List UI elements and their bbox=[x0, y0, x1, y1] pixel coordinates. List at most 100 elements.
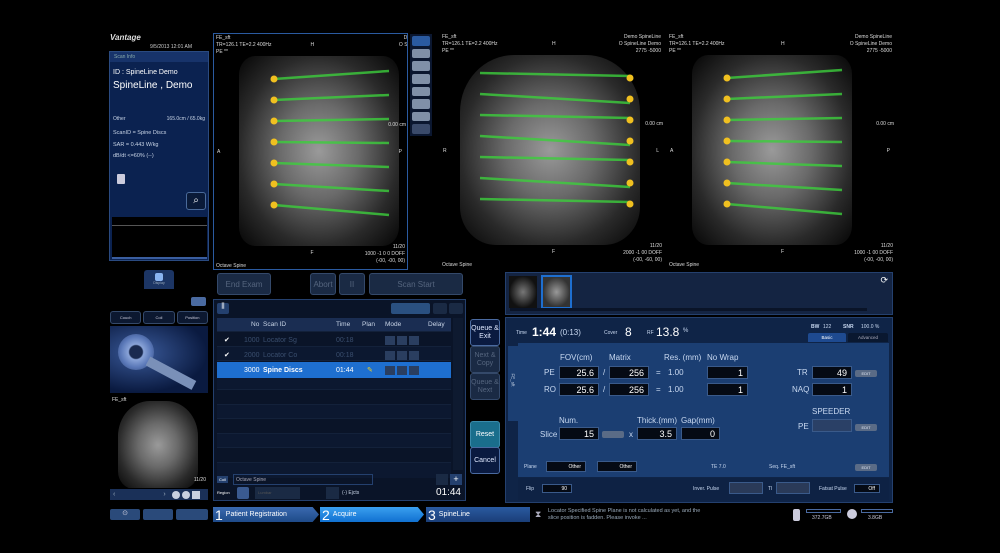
mode-buttons[interactable] bbox=[385, 365, 419, 375]
region-select[interactable]: Lumbar bbox=[255, 487, 300, 499]
plane-handle[interactable] bbox=[626, 158, 634, 166]
planning-overlay[interactable] bbox=[667, 33, 895, 270]
plane-handle[interactable] bbox=[626, 200, 634, 208]
plane-handle[interactable] bbox=[723, 137, 731, 145]
plane-handle[interactable] bbox=[723, 74, 731, 82]
slice-plane-line[interactable] bbox=[479, 113, 631, 120]
queue-scrollbar[interactable] bbox=[453, 318, 463, 470]
document-icon[interactable] bbox=[117, 174, 125, 184]
plane-handle[interactable] bbox=[270, 180, 278, 188]
seq-edit-button[interactable]: EDIT bbox=[855, 464, 877, 471]
step-acquire[interactable]: 2 Acquire bbox=[320, 507, 424, 522]
tool-annotate-icon[interactable] bbox=[412, 111, 430, 122]
view-button-3[interactable] bbox=[191, 490, 200, 499]
plane-handle[interactable] bbox=[723, 158, 731, 166]
slice-plane-line[interactable] bbox=[273, 203, 390, 217]
plane-handle[interactable] bbox=[270, 96, 278, 104]
planning-overlay[interactable] bbox=[214, 34, 408, 270]
naq-input[interactable]: 1 bbox=[812, 383, 852, 396]
thick-input[interactable]: 3.5 bbox=[637, 427, 677, 440]
refresh-icon[interactable]: ⟳ bbox=[880, 275, 888, 286]
thumbnail-coronal[interactable] bbox=[541, 275, 572, 309]
tool-grid-icon[interactable] bbox=[412, 124, 430, 134]
end-exam-button[interactable]: End Exam bbox=[217, 273, 271, 295]
tr-input[interactable]: 49 bbox=[812, 366, 852, 379]
plane-select-2[interactable]: Other bbox=[597, 461, 637, 472]
slice-plane-line[interactable] bbox=[479, 197, 631, 204]
view-button-1[interactable] bbox=[171, 490, 180, 499]
tab-advanced[interactable]: Advanced bbox=[848, 333, 888, 342]
tool-rotate-icon[interactable] bbox=[412, 99, 430, 109]
plane-select-1[interactable]: Other bbox=[546, 461, 586, 472]
ro-matrix-input[interactable]: 256 bbox=[609, 383, 649, 396]
speeder-pe-input[interactable] bbox=[812, 419, 852, 432]
prev-arrow-icon[interactable]: ‹ bbox=[113, 491, 115, 498]
mode-buttons[interactable] bbox=[385, 350, 419, 360]
tr-edit-button[interactable]: EDIT bbox=[855, 370, 877, 377]
footer-button-1[interactable]: ⊙ bbox=[110, 509, 140, 520]
slice-plane-line[interactable] bbox=[273, 117, 390, 123]
mode-buttons[interactable] bbox=[385, 335, 419, 345]
plane-handle[interactable] bbox=[626, 116, 634, 124]
fatsat-select[interactable]: Off bbox=[854, 484, 880, 493]
footer-button-3[interactable] bbox=[176, 509, 208, 520]
ti-input[interactable] bbox=[776, 482, 810, 494]
pause-button[interactable]: II bbox=[339, 273, 365, 295]
plane-handle[interactable] bbox=[626, 95, 634, 103]
footer-button-2[interactable] bbox=[143, 509, 173, 520]
tool-zoom-icon[interactable] bbox=[412, 61, 430, 71]
slice-plane-line[interactable] bbox=[726, 92, 843, 101]
step-spineline[interactable]: 3 SpineLine bbox=[426, 507, 530, 523]
slice-input[interactable]: 15 bbox=[559, 427, 599, 440]
plane-handle[interactable] bbox=[270, 75, 278, 83]
plane-handle[interactable] bbox=[270, 117, 278, 125]
next-arrow-icon[interactable]: › bbox=[163, 491, 165, 498]
plane-handle[interactable] bbox=[723, 179, 731, 187]
thumbnail-sagittal[interactable] bbox=[509, 276, 537, 308]
slice-edit-button[interactable] bbox=[602, 431, 624, 438]
display-button[interactable]: Display bbox=[144, 270, 174, 289]
queue-settings-icon[interactable]: ⫼ bbox=[217, 303, 229, 314]
coil-option-button[interactable] bbox=[436, 474, 448, 485]
slice-plane-line[interactable] bbox=[726, 116, 843, 122]
slice-plane-line[interactable] bbox=[273, 93, 390, 102]
layout-button[interactable] bbox=[191, 297, 206, 306]
slice-plane-line[interactable] bbox=[726, 202, 843, 216]
ro-fov-input[interactable]: 25.6 bbox=[559, 383, 599, 396]
pe-nowrap-input[interactable]: 1 bbox=[707, 366, 748, 379]
queue-up-button[interactable] bbox=[433, 303, 447, 314]
plan-pencil-icon[interactable]: ✎ bbox=[367, 366, 373, 374]
thumbnail-scrollbar[interactable] bbox=[510, 308, 867, 311]
slice-plane-line[interactable] bbox=[273, 161, 390, 169]
slice-plane-line[interactable] bbox=[726, 160, 843, 168]
ejects-checkbox[interactable] bbox=[326, 487, 339, 499]
plane-handle[interactable] bbox=[723, 95, 731, 103]
plane-handle[interactable] bbox=[270, 138, 278, 146]
side-tab-fe-sft[interactable]: FE_sft bbox=[508, 346, 518, 421]
slice-plane-line[interactable] bbox=[273, 69, 390, 81]
scan-start-button[interactable]: Scan Start bbox=[369, 273, 463, 295]
queue-next-button[interactable]: Queue & Next bbox=[470, 373, 500, 400]
ro-nowrap-input[interactable]: 1 bbox=[707, 383, 748, 396]
viewport-2[interactable]: FE_sft TR=126.1 TE=2.2 400Hz PE ** Demo Sp… bbox=[440, 33, 664, 270]
cancel-button[interactable]: Cancel bbox=[470, 447, 500, 474]
queue-option-button[interactable] bbox=[391, 303, 430, 314]
plane-handle[interactable] bbox=[723, 116, 731, 124]
plane-handle[interactable] bbox=[270, 201, 278, 209]
plane-handle[interactable] bbox=[626, 179, 634, 187]
slice-plane-line[interactable] bbox=[479, 134, 631, 147]
tab-position[interactable]: Position bbox=[176, 311, 208, 324]
inver-pulse-input[interactable] bbox=[729, 482, 763, 494]
viewport-1[interactable]: FE_sftTR=126.1 TE=2.2 400HzPE ** DemoO S… bbox=[213, 33, 408, 270]
planning-overlay[interactable] bbox=[440, 33, 664, 270]
slice-plane-line[interactable] bbox=[273, 182, 390, 193]
plane-handle[interactable] bbox=[723, 200, 731, 208]
slice-plane-line[interactable] bbox=[726, 181, 843, 192]
add-button[interactable]: + bbox=[450, 474, 462, 485]
reset-button[interactable]: Reset bbox=[470, 421, 500, 448]
abort-button[interactable]: Abort bbox=[310, 273, 336, 295]
plane-handle[interactable] bbox=[626, 74, 634, 82]
speeder-edit-button[interactable]: EDIT bbox=[855, 424, 877, 431]
slice-plane-line[interactable] bbox=[273, 140, 390, 145]
slice-plane-line[interactable] bbox=[479, 176, 631, 189]
